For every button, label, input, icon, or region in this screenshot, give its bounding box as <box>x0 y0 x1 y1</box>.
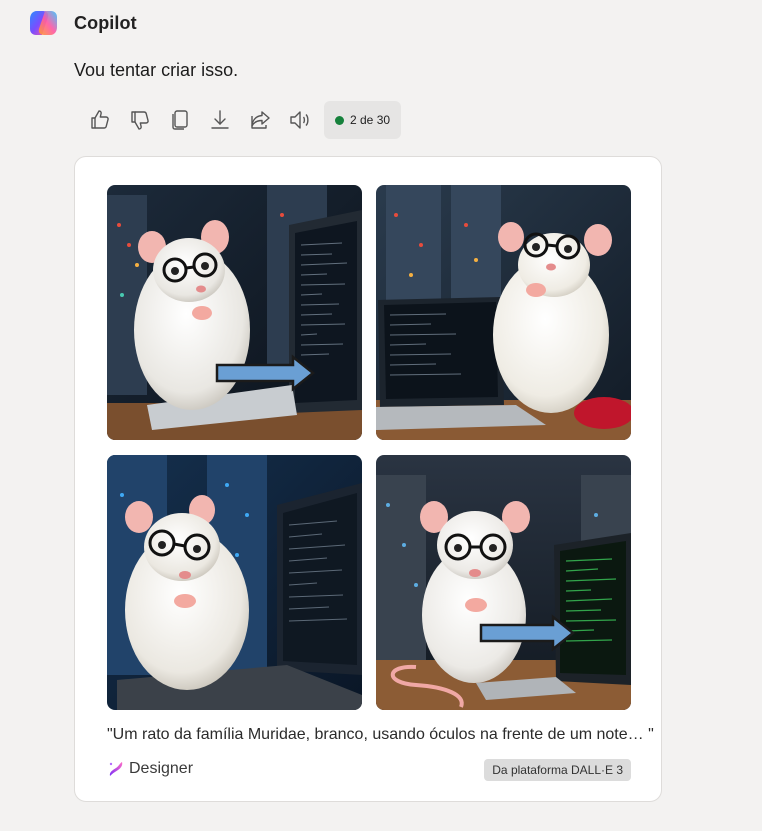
thumbs-up-icon <box>91 110 109 129</box>
rat-image <box>107 185 362 440</box>
image-card: "Um rato da família Muridae, branco, usa… <box>74 156 662 802</box>
download-icon <box>211 110 229 129</box>
status-dot <box>335 115 344 125</box>
copy-button[interactable] <box>160 101 200 139</box>
brand-name: Copilot <box>74 12 137 33</box>
generated-image[interactable] <box>107 185 362 440</box>
thumbs-down-icon <box>131 111 149 130</box>
share-icon <box>251 111 270 129</box>
like-button[interactable] <box>80 101 120 139</box>
generated-image[interactable] <box>376 455 631 710</box>
designer-label: Designer <box>129 760 194 777</box>
generated-image[interactable] <box>376 185 631 440</box>
designer-icon <box>109 762 123 776</box>
copy-icon <box>172 110 188 130</box>
message-actions: 2 de 30 <box>80 101 402 139</box>
platform-badge: Da plataforma DALL·E 3 <box>484 759 631 781</box>
rat-image <box>376 455 631 710</box>
image-prompt-caption: "Um rato da família Muridae, branco, usa… <box>107 726 654 743</box>
header: Copilot <box>28 9 137 37</box>
speaker-icon <box>290 111 309 129</box>
assistant-message: Vou tentar criar isso. <box>74 60 239 80</box>
rat-image <box>107 455 362 710</box>
share-button[interactable] <box>240 101 280 139</box>
rat-image <box>376 185 631 440</box>
counter-label: 2 de 30 <box>350 113 391 127</box>
image-counter[interactable]: 2 de 30 <box>324 101 402 139</box>
designer-link[interactable]: Designer <box>107 760 193 778</box>
download-button[interactable] <box>200 101 240 139</box>
copilot-logo-icon <box>30 11 57 35</box>
dislike-button[interactable] <box>120 101 160 139</box>
generated-image[interactable] <box>107 455 362 710</box>
read-aloud-button[interactable] <box>280 101 320 139</box>
